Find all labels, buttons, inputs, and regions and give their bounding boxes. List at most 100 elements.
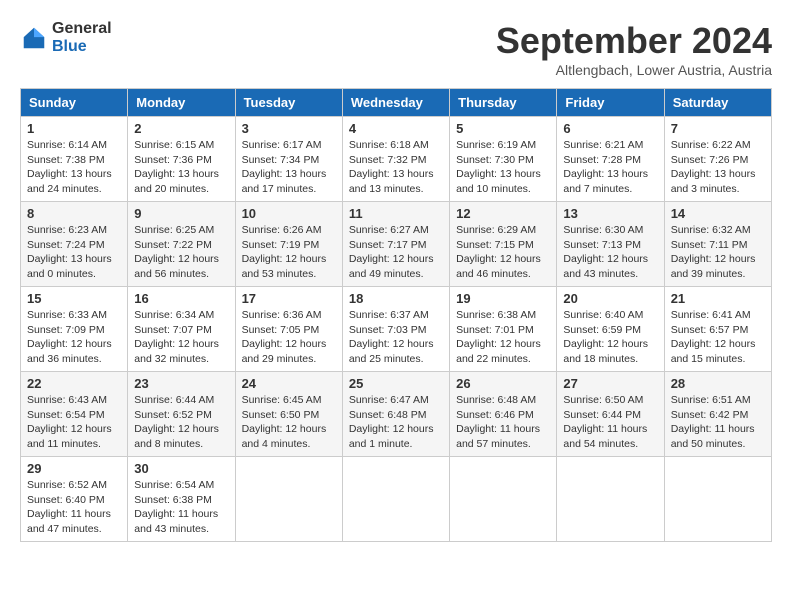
day-cell: 8 Sunrise: 6:23 AMSunset: 7:24 PMDaylight… bbox=[21, 202, 128, 287]
day-number: 30 bbox=[134, 461, 228, 476]
day-info: Sunrise: 6:34 AMSunset: 7:07 PMDaylight:… bbox=[134, 308, 228, 367]
month-year-title: September 2024 bbox=[496, 20, 772, 62]
day-cell: 22 Sunrise: 6:43 AMSunset: 6:54 PMDayligh… bbox=[21, 372, 128, 457]
day-number: 14 bbox=[671, 206, 765, 221]
day-number: 25 bbox=[349, 376, 443, 391]
day-info: Sunrise: 6:22 AMSunset: 7:26 PMDaylight:… bbox=[671, 138, 765, 197]
header-sunday: Sunday bbox=[21, 89, 128, 117]
day-cell: 2 Sunrise: 6:15 AMSunset: 7:36 PMDaylight… bbox=[128, 117, 235, 202]
day-number: 4 bbox=[349, 121, 443, 136]
day-info: Sunrise: 6:15 AMSunset: 7:36 PMDaylight:… bbox=[134, 138, 228, 197]
day-info: Sunrise: 6:26 AMSunset: 7:19 PMDaylight:… bbox=[242, 223, 336, 282]
day-number: 9 bbox=[134, 206, 228, 221]
day-cell bbox=[342, 457, 449, 542]
day-cell: 5 Sunrise: 6:19 AMSunset: 7:30 PMDaylight… bbox=[450, 117, 557, 202]
title-block: September 2024 Altlengbach, Lower Austri… bbox=[496, 20, 772, 78]
day-info: Sunrise: 6:51 AMSunset: 6:42 PMDaylight:… bbox=[671, 393, 765, 452]
day-cell: 25 Sunrise: 6:47 AMSunset: 6:48 PMDayligh… bbox=[342, 372, 449, 457]
day-info: Sunrise: 6:41 AMSunset: 6:57 PMDaylight:… bbox=[671, 308, 765, 367]
day-info: Sunrise: 6:29 AMSunset: 7:15 PMDaylight:… bbox=[456, 223, 550, 282]
day-cell: 11 Sunrise: 6:27 AMSunset: 7:17 PMDayligh… bbox=[342, 202, 449, 287]
week-row-5: 29Sunrise: 6:52 AMSunset: 6:40 PMDayligh… bbox=[21, 457, 772, 542]
day-number: 1 bbox=[27, 121, 121, 136]
day-cell: 30 Sunrise: 6:54 AMSunset: 6:38 PMDayligh… bbox=[128, 457, 235, 542]
day-cell: 20 Sunrise: 6:40 AMSunset: 6:59 PMDayligh… bbox=[557, 287, 664, 372]
day-number: 23 bbox=[134, 376, 228, 391]
day-info: Sunrise: 6:18 AMSunset: 7:32 PMDaylight:… bbox=[349, 138, 443, 197]
header-monday: Monday bbox=[128, 89, 235, 117]
header-thursday: Thursday bbox=[450, 89, 557, 117]
day-info: Sunrise: 6:32 AMSunset: 7:11 PMDaylight:… bbox=[671, 223, 765, 282]
day-info: Sunrise: 6:40 AMSunset: 6:59 PMDaylight:… bbox=[563, 308, 657, 367]
day-info: Sunrise: 6:47 AMSunset: 6:48 PMDaylight:… bbox=[349, 393, 443, 452]
logo: General Blue bbox=[20, 20, 112, 55]
day-number: 21 bbox=[671, 291, 765, 306]
logo-blue: Blue bbox=[52, 38, 112, 56]
day-info: Sunrise: 6:44 AMSunset: 6:52 PMDaylight:… bbox=[134, 393, 228, 452]
week-row-4: 22 Sunrise: 6:43 AMSunset: 6:54 PMDayligh… bbox=[21, 372, 772, 457]
day-number: 3 bbox=[242, 121, 336, 136]
day-cell bbox=[450, 457, 557, 542]
day-cell: 1 Sunrise: 6:14 AMSunset: 7:38 PMDaylight… bbox=[21, 117, 128, 202]
day-cell: 18 Sunrise: 6:37 AMSunset: 7:03 PMDayligh… bbox=[342, 287, 449, 372]
day-info: Sunrise: 6:48 AMSunset: 6:46 PMDaylight:… bbox=[456, 393, 550, 452]
day-number: 28 bbox=[671, 376, 765, 391]
day-number: 20 bbox=[563, 291, 657, 306]
day-info: Sunrise: 6:43 AMSunset: 6:54 PMDaylight:… bbox=[27, 393, 121, 452]
day-cell: 12 Sunrise: 6:29 AMSunset: 7:15 PMDayligh… bbox=[450, 202, 557, 287]
logo-general: General bbox=[52, 20, 112, 38]
header-saturday: Saturday bbox=[664, 89, 771, 117]
day-info: Sunrise: 6:30 AMSunset: 7:13 PMDaylight:… bbox=[563, 223, 657, 282]
day-info: Sunrise: 6:17 AMSunset: 7:34 PMDaylight:… bbox=[242, 138, 336, 197]
day-cell: 24 Sunrise: 6:45 AMSunset: 6:50 PMDayligh… bbox=[235, 372, 342, 457]
day-number: 22 bbox=[27, 376, 121, 391]
day-cell: 10 Sunrise: 6:26 AMSunset: 7:19 PMDayligh… bbox=[235, 202, 342, 287]
day-info: Sunrise: 6:54 AMSunset: 6:38 PMDaylight:… bbox=[134, 478, 228, 537]
day-cell: 13Sunrise: 6:30 AMSunset: 7:13 PMDayligh… bbox=[557, 202, 664, 287]
logo-text: General Blue bbox=[52, 20, 112, 55]
header-tuesday: Tuesday bbox=[235, 89, 342, 117]
day-number: 18 bbox=[349, 291, 443, 306]
day-cell: 23 Sunrise: 6:44 AMSunset: 6:52 PMDayligh… bbox=[128, 372, 235, 457]
day-cell bbox=[664, 457, 771, 542]
day-number: 10 bbox=[242, 206, 336, 221]
header-friday: Friday bbox=[557, 89, 664, 117]
day-cell: 14 Sunrise: 6:32 AMSunset: 7:11 PMDayligh… bbox=[664, 202, 771, 287]
calendar-table: SundayMondayTuesdayWednesdayThursdayFrid… bbox=[20, 88, 772, 542]
day-number: 7 bbox=[671, 121, 765, 136]
day-info: Sunrise: 6:45 AMSunset: 6:50 PMDaylight:… bbox=[242, 393, 336, 452]
day-info: Sunrise: 6:37 AMSunset: 7:03 PMDaylight:… bbox=[349, 308, 443, 367]
day-cell: 15Sunrise: 6:33 AMSunset: 7:09 PMDayligh… bbox=[21, 287, 128, 372]
day-cell: 29Sunrise: 6:52 AMSunset: 6:40 PMDayligh… bbox=[21, 457, 128, 542]
day-cell: 28 Sunrise: 6:51 AMSunset: 6:42 PMDayligh… bbox=[664, 372, 771, 457]
day-info: Sunrise: 6:19 AMSunset: 7:30 PMDaylight:… bbox=[456, 138, 550, 197]
day-cell: 6 Sunrise: 6:21 AMSunset: 7:28 PMDaylight… bbox=[557, 117, 664, 202]
day-info: Sunrise: 6:27 AMSunset: 7:17 PMDaylight:… bbox=[349, 223, 443, 282]
week-row-3: 15Sunrise: 6:33 AMSunset: 7:09 PMDayligh… bbox=[21, 287, 772, 372]
day-number: 6 bbox=[563, 121, 657, 136]
day-number: 8 bbox=[27, 206, 121, 221]
week-row-2: 8 Sunrise: 6:23 AMSunset: 7:24 PMDaylight… bbox=[21, 202, 772, 287]
header-wednesday: Wednesday bbox=[342, 89, 449, 117]
day-info: Sunrise: 6:25 AMSunset: 7:22 PMDaylight:… bbox=[134, 223, 228, 282]
day-number: 2 bbox=[134, 121, 228, 136]
day-info: Sunrise: 6:21 AMSunset: 7:28 PMDaylight:… bbox=[563, 138, 657, 197]
day-cell: 16 Sunrise: 6:34 AMSunset: 7:07 PMDayligh… bbox=[128, 287, 235, 372]
location-subtitle: Altlengbach, Lower Austria, Austria bbox=[496, 62, 772, 78]
day-number: 5 bbox=[456, 121, 550, 136]
day-number: 16 bbox=[134, 291, 228, 306]
day-info: Sunrise: 6:33 AMSunset: 7:09 PMDaylight:… bbox=[27, 308, 121, 367]
logo-icon bbox=[20, 24, 48, 52]
day-cell: 7 Sunrise: 6:22 AMSunset: 7:26 PMDaylight… bbox=[664, 117, 771, 202]
day-cell: 26 Sunrise: 6:48 AMSunset: 6:46 PMDayligh… bbox=[450, 372, 557, 457]
day-info: Sunrise: 6:14 AMSunset: 7:38 PMDaylight:… bbox=[27, 138, 121, 197]
day-number: 29 bbox=[27, 461, 121, 476]
day-cell: 19Sunrise: 6:38 AMSunset: 7:01 PMDayligh… bbox=[450, 287, 557, 372]
day-number: 24 bbox=[242, 376, 336, 391]
day-info: Sunrise: 6:23 AMSunset: 7:24 PMDaylight:… bbox=[27, 223, 121, 282]
day-number: 26 bbox=[456, 376, 550, 391]
day-number: 12 bbox=[456, 206, 550, 221]
day-cell: 17Sunrise: 6:36 AMSunset: 7:05 PMDayligh… bbox=[235, 287, 342, 372]
page-header: General Blue September 2024 Altlengbach,… bbox=[20, 20, 772, 78]
day-number: 11 bbox=[349, 206, 443, 221]
